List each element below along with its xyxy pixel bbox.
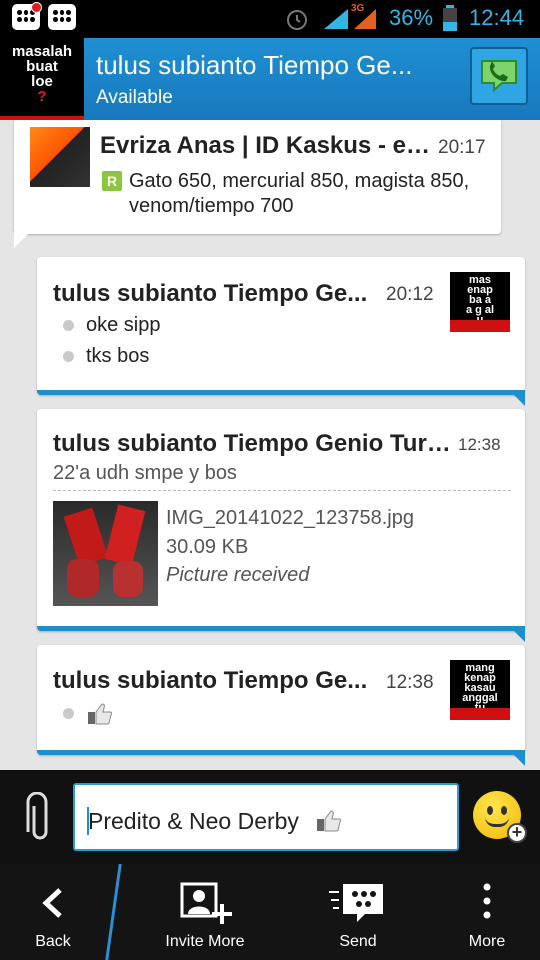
avatar-text-4: ? xyxy=(37,88,47,105)
battery-icon xyxy=(443,5,457,31)
bullet-dot xyxy=(63,351,74,362)
nav-divider xyxy=(105,864,122,960)
contact-avatar[interactable]: masalah buat loe ? xyxy=(0,38,84,120)
invite-more-button[interactable]: Invite More xyxy=(150,864,260,960)
battery-percent: 36% xyxy=(389,5,434,30)
bubble-tail xyxy=(509,750,525,766)
bubble-tail xyxy=(509,390,525,406)
more-label: More xyxy=(468,933,506,950)
message-time: 20:12 xyxy=(386,284,434,305)
divider xyxy=(53,490,511,491)
more-button[interactable]: More xyxy=(434,864,540,960)
avatar-text-2: buat xyxy=(26,58,58,75)
message-text: oke sipp xyxy=(86,314,161,336)
message-time: 20:17 xyxy=(438,137,486,158)
thumbs-up-icon xyxy=(88,703,113,725)
contact-status: Available xyxy=(96,87,173,108)
sender-avatar xyxy=(30,127,90,187)
attachment-status: Picture received xyxy=(166,564,310,586)
back-button[interactable]: Back xyxy=(0,864,106,960)
send-button[interactable]: Send xyxy=(305,864,411,960)
attach-icon[interactable] xyxy=(24,792,56,844)
message-sender: tulus subianto Tiempo Ge... xyxy=(53,667,368,694)
emoticon-button[interactable]: + xyxy=(473,791,527,843)
call-button[interactable] xyxy=(470,47,528,105)
message-input-text: Predito & Neo Derby xyxy=(88,808,299,834)
notification-badge-icon xyxy=(31,2,42,13)
sender-avatar: mas enap ba a a g al u xyxy=(450,272,510,332)
read-receipt-badge: R xyxy=(102,171,122,191)
thumbs-up-icon xyxy=(317,810,342,832)
message-text: 22'a udh smpe y bos xyxy=(53,462,237,484)
message-text: tks bos xyxy=(86,345,150,367)
bbm-notification-icon-2 xyxy=(48,4,76,30)
avatar-text-3: loe xyxy=(31,73,53,90)
send-label: Send xyxy=(339,933,377,950)
message-sender: tulus subianto Tiempo Ge... xyxy=(53,280,368,307)
clock: 12:44 xyxy=(469,5,525,30)
bullet-dot xyxy=(63,708,74,719)
add-icon: + xyxy=(507,823,527,843)
chat-area[interactable]: Evriza Anas | ID Kaskus - ev... 20:17 R … xyxy=(0,120,540,770)
message-time: 12:38 xyxy=(386,672,434,693)
attachment-size: 30.09 KB xyxy=(166,536,249,558)
avatar-text-1: masalah xyxy=(11,43,73,60)
contact-name[interactable]: tulus subianto Tiempo Ge... xyxy=(96,50,452,81)
message-text: venom/tiempo 700 xyxy=(129,195,294,217)
signal-icon-2 xyxy=(354,9,376,29)
message-text: Gato 650, mercurial 850, magista 850, xyxy=(129,170,470,192)
overflow-menu-icon xyxy=(483,883,491,919)
picture-thumbnail[interactable] xyxy=(53,501,158,606)
bullet-dot xyxy=(63,320,74,331)
message-sender: Evriza Anas | ID Kaskus - ev... xyxy=(100,132,436,159)
back-label: Back xyxy=(35,933,71,950)
bubble-tail xyxy=(509,626,525,642)
invite-label: Invite More xyxy=(165,933,245,950)
send-bbm-icon xyxy=(329,884,383,922)
message-sender: tulus subianto Tiempo Genio Turq (... xyxy=(53,430,451,457)
signal-icon xyxy=(324,9,348,29)
sender-avatar: mang kenap kasau anggal tu xyxy=(450,660,510,720)
status-bar: 3G 36% 12:44 xyxy=(0,0,540,38)
add-contact-icon xyxy=(180,882,232,924)
bubble-tail xyxy=(14,232,30,248)
attachment-filename[interactable]: IMG_20141022_123758.jpg xyxy=(166,507,414,530)
phone-icon xyxy=(481,60,517,93)
message-time: 12:38 xyxy=(458,435,501,454)
back-arrow-icon xyxy=(42,888,62,918)
alarm-icon xyxy=(287,10,307,30)
